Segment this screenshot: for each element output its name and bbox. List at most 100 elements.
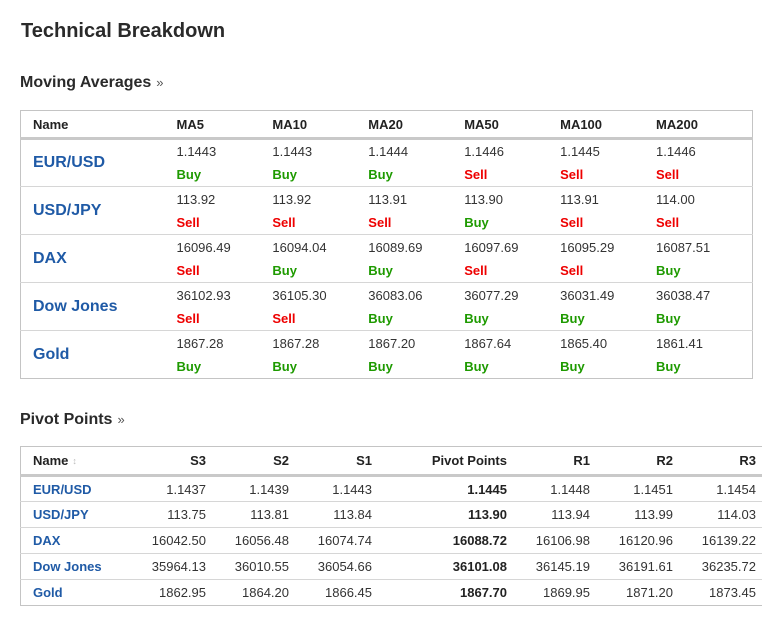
buy-signal: Buy — [176, 358, 202, 374]
ma-cell: 1867.28 Buy — [272, 331, 368, 379]
ma-cell: 113.91 Sell — [560, 187, 656, 235]
asset-name-cell: Gold — [21, 580, 134, 606]
ma-cell: 36077.29 Buy — [464, 283, 560, 331]
ma-cell: 1861.41 Buy — [656, 331, 752, 379]
ma-value: 36083.06 — [368, 287, 423, 303]
s1-value: 113.84 — [333, 507, 372, 522]
ma-value: 1.1445 — [560, 144, 600, 159]
pivot-value: 16088.72 — [452, 533, 507, 548]
ma-value: 113.92 — [272, 191, 312, 207]
asset-link[interactable]: DAX — [33, 533, 60, 548]
ma-value: 16094.04 — [272, 239, 327, 255]
pivot-value: 1.1445 — [467, 481, 507, 497]
pivot-points-header-row: Name ↕ S3 S2 S1 Pivot Points R1 R2 R3 — [20, 446, 762, 477]
ma-cell: 36102.93 Sell — [176, 283, 272, 331]
ma-value: 113.91 — [560, 191, 599, 207]
sort-icon[interactable]: ↕ — [72, 456, 77, 466]
pivot-value: 1867.70 — [460, 585, 507, 600]
r1-value: 16106.98 — [535, 533, 590, 548]
ma-cell: 36031.49 Buy — [560, 283, 656, 331]
ma-value: 1.1443 — [272, 144, 313, 159]
more-chevron-icon[interactable]: » — [156, 75, 163, 90]
column-header-name: Name — [20, 110, 177, 140]
ma-cell: 114.00 Sell — [656, 187, 752, 235]
ma-value: 1865.40 — [560, 335, 608, 351]
asset-name-cell: DAX — [21, 235, 177, 283]
asset-name-cell: Dow Jones — [21, 283, 177, 331]
ma-cell: 113.92 Sell — [176, 187, 272, 235]
column-header-ma10: MA10 — [272, 110, 369, 140]
asset-link[interactable]: Dow Jones — [33, 559, 102, 574]
table-row: Gold 1862.95 1864.20 1866.45 1867.70 1869.95 1… — [21, 580, 762, 606]
asset-link[interactable]: Gold — [33, 585, 63, 600]
ma-cell: 1.1446 Sell — [656, 139, 752, 187]
ma-cell: 1.1443 Buy — [272, 139, 368, 187]
asset-link[interactable]: EUR/USD — [33, 154, 105, 171]
asset-link[interactable]: Gold — [33, 346, 69, 363]
ma-value: 113.90 — [464, 191, 503, 207]
ma-cell: 16094.04 Buy — [272, 235, 368, 283]
asset-link[interactable]: EUR/USD — [33, 482, 92, 497]
s2-value: 113.81 — [250, 507, 289, 522]
column-header-ma200: MA200 — [656, 110, 753, 140]
ma-value: 1867.28 — [272, 335, 320, 351]
ma-value: 1861.41 — [656, 335, 704, 351]
asset-name-cell: USD/JPY — [21, 187, 177, 235]
pivot-points-title-text: Pivot Points — [20, 411, 113, 428]
r2-value: 1871.20 — [626, 585, 673, 600]
asset-link[interactable]: Dow Jones — [33, 298, 117, 315]
more-chevron-icon[interactable]: » — [117, 412, 124, 427]
pivot-points-table: Name ↕ S3 S2 S1 Pivot Points R1 R2 R3 EUR… — [20, 446, 762, 606]
table-row: EUR/USD 1.1443 Buy 1.1443 Buy 1.1444 Buy 1.1446… — [20, 139, 753, 187]
ma-value: 114.00 — [656, 191, 695, 207]
table-row: EUR/USD 1.1437 1.1439 1.1443 1.1445 1.1448 1.1… — [20, 476, 762, 502]
ma-value: 113.91 — [368, 191, 408, 207]
r3-value: 114.03 — [717, 507, 756, 522]
pivot-value: 36101.08 — [452, 559, 507, 574]
moving-averages-header-row: Name MA5 MA10 MA20 MA50 MA100 MA200 — [20, 110, 753, 140]
buy-signal: Buy — [272, 262, 297, 278]
ma-value: 1.1444 — [368, 144, 409, 159]
ma-value: 1867.64 — [464, 335, 512, 351]
buy-signal: Buy — [560, 310, 585, 326]
sell-signal: Sell — [656, 167, 680, 182]
ma-cell: 1867.28 Buy — [176, 331, 272, 379]
ma-value: 1.1446 — [464, 144, 504, 159]
r1-value: 113.94 — [551, 507, 590, 522]
buy-signal: Buy — [272, 358, 297, 374]
sell-signal: Sell — [272, 214, 296, 230]
sell-signal: Sell — [176, 262, 200, 278]
buy-signal: Buy — [368, 358, 393, 374]
r3-value: 1873.45 — [709, 585, 756, 600]
sell-signal: Sell — [176, 214, 200, 230]
ma-value: 16089.69 — [368, 239, 423, 255]
ma-cell: 1.1444 Buy — [368, 139, 464, 187]
r2-value: 36191.61 — [618, 559, 673, 574]
s1-value: 1.1443 — [332, 481, 372, 497]
r1-value: 1869.95 — [543, 585, 590, 600]
r2-value: 113.99 — [634, 507, 673, 522]
ma-value: 16095.29 — [560, 239, 615, 255]
column-header-name-sortable[interactable]: Name ↕ — [20, 446, 133, 477]
s3-value: 113.75 — [167, 507, 206, 522]
asset-link[interactable]: DAX — [33, 250, 67, 267]
ma-cell: 16089.69 Buy — [368, 235, 464, 283]
ma-cell: 1867.20 Buy — [368, 331, 464, 379]
r1-value: 36145.19 — [535, 559, 590, 574]
s1-value: 16074.74 — [317, 533, 372, 548]
column-header-s2: S2 — [216, 446, 299, 477]
ma-value: 36102.93 — [176, 287, 231, 303]
buy-signal: Buy — [176, 167, 202, 182]
asset-name-cell: USD/JPY — [21, 502, 134, 528]
asset-link[interactable]: USD/JPY — [33, 507, 89, 522]
ma-cell: 16095.29 Sell — [560, 235, 656, 283]
asset-link[interactable]: USD/JPY — [33, 202, 101, 219]
s2-value: 1864.20 — [242, 585, 289, 600]
ma-cell: 16096.49 Sell — [176, 235, 272, 283]
table-row: Dow Jones 35964.13 36010.55 36054.66 36101.0… — [20, 554, 762, 580]
ma-cell: 1.1443 Buy — [176, 139, 272, 187]
ma-value: 1867.20 — [368, 335, 416, 351]
ma-value: 16097.69 — [464, 239, 519, 255]
r3-value: 36235.72 — [701, 559, 756, 574]
buy-signal: Buy — [656, 358, 681, 374]
